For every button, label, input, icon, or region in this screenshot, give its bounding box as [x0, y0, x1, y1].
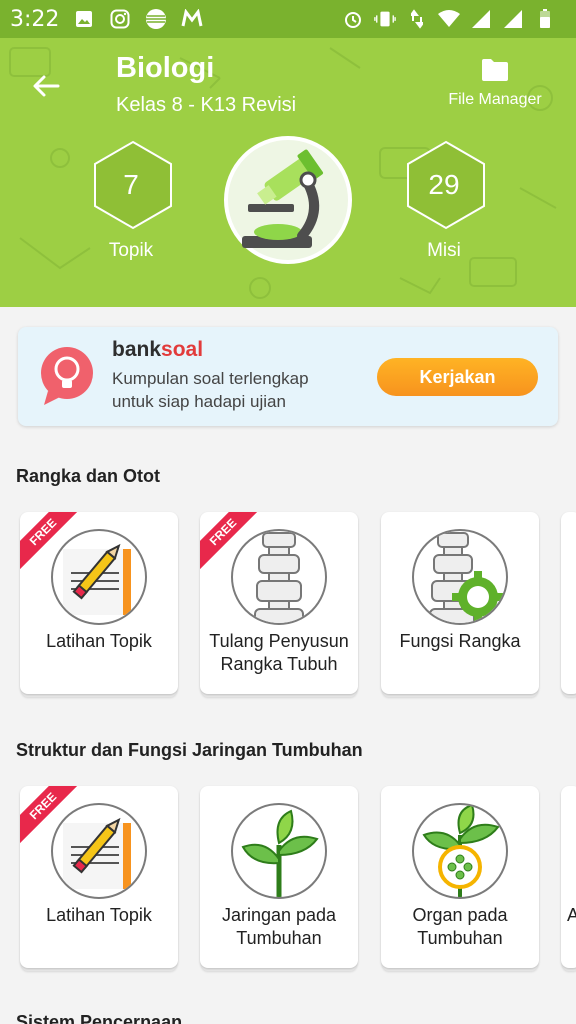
subject-title: Biologi — [116, 52, 215, 84]
card-next-peek[interactable] — [561, 512, 576, 694]
file-manager-label: File Manager — [448, 91, 542, 108]
section-title-jaringan: Struktur dan Fungsi Jaringan Tumbuhan — [16, 740, 363, 760]
vibrate-icon — [374, 8, 396, 30]
microscope-icon — [242, 149, 324, 248]
card-latihan-topik[interactable]: FREE Latihan Topik — [20, 786, 178, 968]
card-label: Fungsi Rangka — [399, 631, 521, 651]
misi-count: 29 — [428, 169, 460, 200]
topik-count: 7 — [123, 169, 139, 200]
sprout-cell-icon — [412, 803, 508, 899]
banksoal-title-soal: soal — [161, 338, 204, 361]
card-organ-tumbuhan[interactable]: Organ pada Tumbuhan — [381, 786, 539, 968]
spine-icon — [231, 529, 327, 625]
instagram-icon — [109, 8, 131, 30]
card-label: Tulang Penyusun Rangka Tubuh — [209, 631, 349, 674]
microscope-illustration — [224, 136, 352, 264]
signal-icon — [470, 8, 492, 30]
card-label: Latihan Topik — [46, 905, 152, 925]
battery-icon — [534, 8, 556, 30]
status-right — [342, 8, 566, 30]
misi-label: Misi — [427, 240, 461, 261]
card-label: Organ pada Tumbuhan — [412, 905, 508, 948]
pencil-paper-icon — [51, 803, 147, 899]
alarm-icon — [342, 8, 364, 30]
app-globe-icon — [145, 8, 167, 30]
folder-icon — [482, 59, 508, 81]
section-title-pencernaan: Sistem Pencernaan — [16, 1012, 183, 1024]
card-label: Jaringan pada Tumbuhan — [221, 905, 337, 948]
banksoal-description: Kumpulan soal terlengkap untuk siap hada… — [112, 369, 309, 411]
banksoal-card[interactable]: banksoal Kumpulan soal terlengkap untuk … — [18, 327, 558, 426]
spine-gear-icon — [412, 529, 508, 625]
card-next-peek[interactable]: A — [561, 786, 576, 968]
topic-row-rangka: FREE Latihan Topik FREE Tulang Penyusun … — [0, 512, 576, 702]
status-time: 3:22 — [10, 6, 60, 32]
pencil-paper-icon — [51, 529, 147, 625]
app-m-icon — [181, 8, 203, 30]
card-jaringan-tumbuhan[interactable]: Jaringan pada Tumbuhan — [200, 786, 358, 968]
card-label: A — [567, 905, 576, 925]
back-arrow-icon — [33, 75, 60, 97]
sprout-icon — [231, 803, 327, 899]
section-title-rangka: Rangka dan Otot — [16, 466, 161, 486]
subject-subtitle: Kelas 8 - K13 Revisi — [116, 94, 297, 116]
signal-2-icon — [502, 8, 524, 30]
lightbulb-chat-icon — [38, 345, 96, 407]
card-fungsi-rangka[interactable]: Fungsi Rangka — [381, 512, 539, 694]
misi-stat: 29 Misi — [404, 140, 488, 261]
banksoal-title-bank: bank — [112, 338, 162, 361]
topik-stat: 7 Topik — [91, 140, 175, 261]
banksoal-title: banksoal — [112, 338, 203, 362]
card-label: Latihan Topik — [46, 631, 152, 651]
card-latihan-topik[interactable]: FREE Latihan Topik — [20, 512, 178, 694]
file-manager-button[interactable]: File Manager — [440, 58, 550, 109]
gallery-icon — [73, 8, 95, 30]
topic-row-jaringan: FREE Latihan Topik Jaringan pada Tumbuha… — [0, 786, 576, 976]
data-arrows-icon — [406, 8, 428, 30]
topik-label: Topik — [108, 240, 154, 261]
wifi-icon — [438, 8, 460, 30]
card-tulang-penyusun[interactable]: FREE Tulang Penyusun Rangka Tubuh — [200, 512, 358, 694]
status-bar: 3:22 — [0, 0, 576, 38]
kerjakan-button[interactable]: Kerjakan — [377, 358, 538, 396]
course-header: Biologi Kelas 8 - K13 Revisi File Manage… — [0, 38, 576, 307]
back-button[interactable] — [26, 68, 66, 104]
